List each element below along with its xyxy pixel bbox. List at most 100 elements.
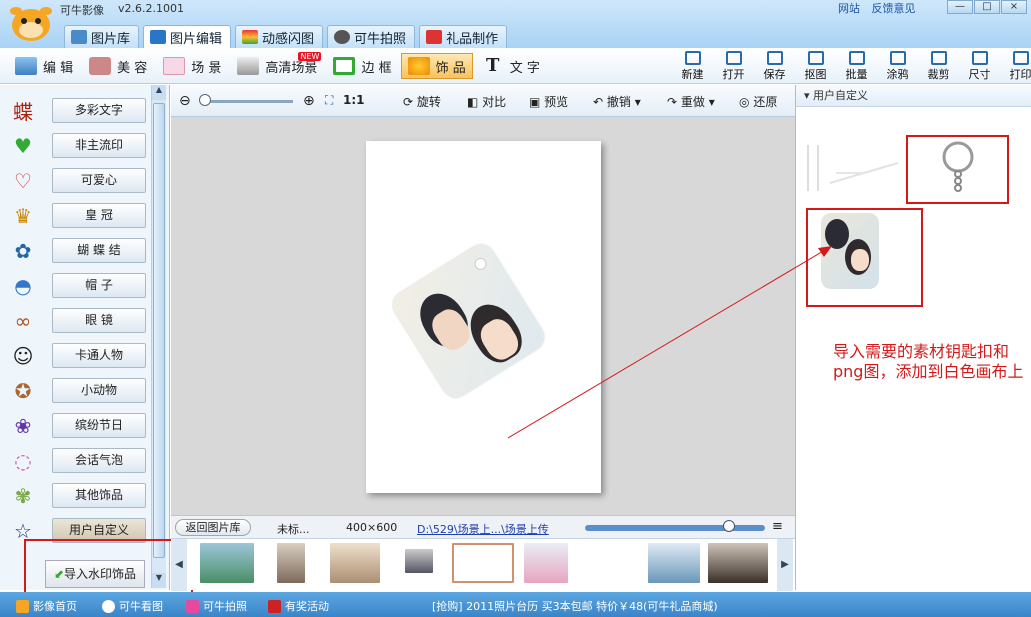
tooltab-edit[interactable]: 编 辑: [8, 53, 80, 79]
action-label: 保存: [763, 68, 786, 81]
preview-label: 预览: [544, 95, 569, 109]
custom-panel-header[interactable]: ▾ 用户自定义: [796, 85, 1031, 107]
category-colorful-text[interactable]: 多彩文字: [52, 98, 146, 123]
tab-label: 礼品制作: [446, 31, 499, 47]
crop-button[interactable]: 裁剪: [918, 50, 959, 82]
tooltab-hd-scene[interactable]: 高清场景 NEW: [230, 52, 324, 79]
tooltab-scene[interactable]: 场 景: [156, 53, 228, 79]
back-to-gallery-button[interactable]: 返回图片库: [175, 519, 251, 536]
thumbnail-slider-knob[interactable]: [723, 520, 735, 532]
category-panel: 蝶多彩文字 ♥ 非主流印 ♡ 可爱心 ♛ 皇 冠 ✿ 蝴 蝶 结 ◓ 帽 子 ∞ 眼 镜 ☺…: [0, 85, 170, 590]
category-alt-stamp[interactable]: 非主流印: [52, 133, 146, 158]
new-button[interactable]: 新建: [672, 50, 713, 82]
category-bubble[interactable]: 会话气泡: [52, 448, 146, 473]
status-viewer[interactable]: 可牛看图: [102, 598, 163, 614]
thumbnail-selected[interactable]: [452, 543, 514, 583]
filmstrip-left-icon[interactable]: ◀: [171, 539, 187, 591]
category-hat[interactable]: 帽 子: [52, 273, 146, 298]
category-bow[interactable]: 蝴 蝶 结: [52, 238, 146, 263]
zoom-slider[interactable]: [201, 100, 293, 103]
doodle-button[interactable]: 涂鸦: [877, 50, 918, 82]
animal-icon: ✪: [14, 378, 32, 403]
zoom-out-icon[interactable]: ⊖: [179, 93, 191, 109]
resize-button[interactable]: 尺寸: [959, 50, 1000, 82]
thumbnail[interactable]: [708, 543, 768, 583]
faint-line-sticker[interactable]: [806, 143, 902, 193]
scroll-thumb[interactable]: [153, 103, 165, 558]
status-prize[interactable]: 有奖活动: [268, 598, 329, 614]
print-button[interactable]: 打印: [1000, 50, 1031, 82]
heart-icon: ♡: [14, 168, 32, 193]
category-glasses[interactable]: 眼 镜: [52, 308, 146, 333]
maximize-button[interactable]: □: [974, 0, 1000, 14]
flash-image-icon: [242, 30, 259, 44]
save-icon: [766, 51, 783, 65]
tooltab-label: 美 容: [117, 60, 148, 76]
gift-icon: [426, 30, 443, 44]
thumbnail[interactable]: [524, 543, 568, 583]
preview-button[interactable]: ▣ 预览: [529, 93, 568, 110]
thumbnail-size-slider[interactable]: [585, 525, 765, 531]
category-scrollbar[interactable]: ▲ ▼: [151, 85, 166, 588]
minimize-button[interactable]: —: [947, 0, 973, 14]
category-other[interactable]: 其他饰品: [52, 483, 146, 508]
tab-flash-image[interactable]: 动感闪图: [235, 25, 324, 48]
scroll-up-icon[interactable]: ▲: [152, 85, 166, 100]
tab-gallery[interactable]: 图片库: [64, 25, 140, 48]
thumbnail[interactable]: [200, 543, 254, 583]
category-crown[interactable]: 皇 冠: [52, 203, 146, 228]
tab-camera[interactable]: 可牛拍照: [327, 25, 416, 48]
batch-button[interactable]: 批量: [836, 50, 877, 82]
chevron-down-icon[interactable]: ▾: [635, 95, 641, 109]
list-menu-icon[interactable]: ≡: [772, 519, 783, 534]
open-button[interactable]: 打开: [713, 50, 754, 82]
main-tabs: 图片库 图片编辑 动感闪图 可牛拍照 礼品制作: [64, 25, 508, 48]
tool-row: 编 辑 美 容 场 景 高清场景 NEW 边 框 饰 品 T 文 字 新建 打开 保…: [0, 48, 1031, 84]
save-button[interactable]: 保存: [754, 50, 795, 82]
tab-photo-edit[interactable]: 图片编辑: [143, 25, 232, 48]
category-animal[interactable]: 小动物: [52, 378, 146, 403]
tooltab-frame[interactable]: 边 框: [326, 53, 398, 79]
cutout-button[interactable]: 抠图: [795, 50, 836, 82]
hat-icon: ◓: [14, 273, 32, 298]
rotate-button[interactable]: ⟳ 旋转: [403, 93, 441, 110]
category-row: ♛ 皇 冠: [8, 198, 146, 233]
tooltab-beauty[interactable]: 美 容: [82, 53, 154, 79]
tooltab-text[interactable]: T文 字: [475, 53, 547, 79]
thumbnail-strip: ◀ ▶: [171, 538, 795, 591]
category-festival[interactable]: 缤纷节日: [52, 413, 146, 438]
compare-button[interactable]: ◧ 对比: [467, 93, 506, 110]
zoom-ratio[interactable]: 1:1: [343, 93, 365, 107]
tooltab-decoration[interactable]: 饰 品: [400, 53, 473, 79]
thumbnail[interactable]: [277, 543, 305, 583]
undo-label: 撤销: [606, 95, 631, 109]
feedback-link[interactable]: 反馈意见: [872, 2, 916, 15]
speech-bubble-icon: ◌: [14, 448, 32, 473]
category-cute-heart[interactable]: 可爱心: [52, 168, 146, 193]
file-path-link[interactable]: D:\529\场景上...\场景上传: [417, 521, 549, 537]
thumbnail[interactable]: [330, 543, 380, 583]
fit-icon[interactable]: ⛶: [325, 93, 333, 108]
filmstrip-right-icon[interactable]: ▶: [777, 539, 793, 591]
zoom-slider-knob[interactable]: [199, 94, 211, 106]
restore-button[interactable]: ◎ 还原: [739, 93, 777, 110]
status-camera[interactable]: 可牛拍照: [186, 598, 247, 614]
website-link[interactable]: 网站: [838, 2, 860, 15]
chevron-down-icon[interactable]: ▾: [709, 95, 715, 109]
promo-link[interactable]: [抢购] 2011照片台历 买3本包邮 特价￥48(可牛礼品商城): [432, 598, 718, 614]
undo-button[interactable]: ↶ 撤销 ▾: [593, 93, 641, 110]
thumbnail[interactable]: [648, 543, 700, 583]
action-label: 抠图: [804, 68, 827, 81]
category-row: 蝶多彩文字: [8, 93, 146, 128]
redo-button[interactable]: ↷ 重做 ▾: [667, 93, 715, 110]
category-cartoon[interactable]: 卡通人物: [52, 343, 146, 368]
zoom-in-icon[interactable]: ⊕: [303, 93, 315, 109]
status-bar: 影像首页 可牛看图 可牛拍照 有奖活动 [抢购] 2011照片台历 买3本包邮 …: [0, 592, 1031, 617]
close-button[interactable]: ×: [1001, 0, 1027, 14]
crown-icon: ♛: [14, 203, 32, 228]
status-home[interactable]: 影像首页: [16, 598, 77, 614]
top-links: 网站 反馈意见: [838, 0, 924, 16]
thumbnail[interactable]: [405, 549, 433, 573]
tab-gift[interactable]: 礼品制作: [419, 25, 508, 48]
canvas-toolbar: ⊖ ⊕ ⛶ 1:1 ⟳ 旋转 ◧ 对比 ▣ 预览 ↶ 撤销 ▾ ↷ 重做 ▾ ◎…: [171, 85, 795, 117]
